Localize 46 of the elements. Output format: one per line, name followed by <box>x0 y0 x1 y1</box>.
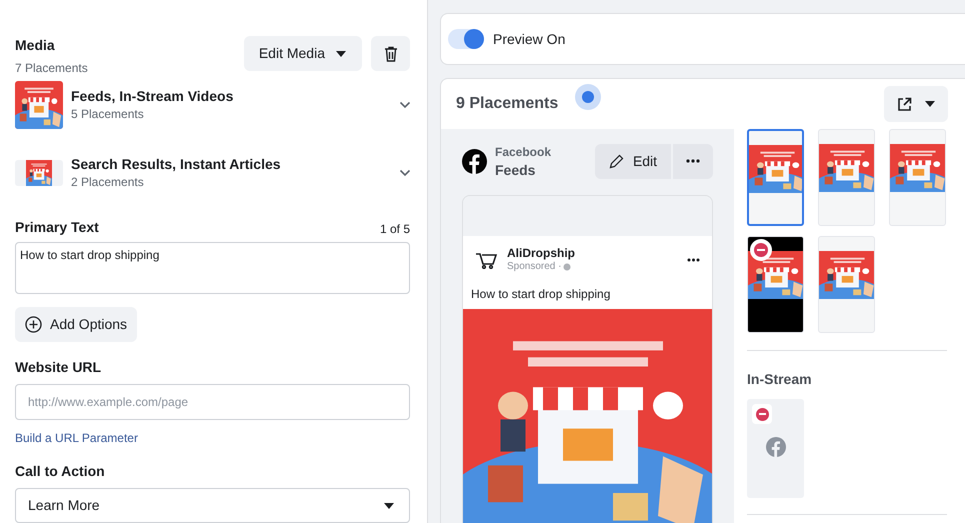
field-label: Call to Action <box>15 462 106 482</box>
sponsored-label: Sponsored · <box>507 260 562 273</box>
plus-circle-icon <box>25 316 42 334</box>
blocked-icon <box>750 239 772 261</box>
hotspot-icon <box>575 84 601 110</box>
page-name: AliDropship <box>507 247 576 260</box>
placement-count: 5 Placements <box>71 106 145 122</box>
trash-icon <box>384 46 398 62</box>
url-parameter-link[interactable]: Build a URL Parameter <box>15 429 138 448</box>
section-title: Media <box>15 36 56 54</box>
delete-button[interactable] <box>371 36 410 71</box>
text-counter: 1 of 5 <box>380 221 410 238</box>
placement-thumbnail[interactable] <box>747 129 804 226</box>
platform-name: Facebook <box>495 144 552 161</box>
caret-icon <box>335 50 347 58</box>
pencil-icon <box>608 154 624 168</box>
field-label: Primary Text <box>15 218 99 237</box>
edit-button[interactable]: Edit <box>595 144 671 178</box>
ad-text: How to start drop shipping <box>470 286 612 303</box>
preview-toggle[interactable] <box>448 29 484 49</box>
caret-icon <box>383 502 395 510</box>
blocked-icon <box>752 404 772 424</box>
call-to-action-dropdown[interactable]: Learn More <box>15 488 410 523</box>
cart-icon <box>475 251 497 269</box>
toggle-label: Preview On <box>493 30 566 48</box>
placement-count: 7 Placements <box>15 60 88 77</box>
globe-icon <box>563 262 572 270</box>
media-group-title: Search Results, Instant Articles <box>71 156 282 172</box>
primary-text-field[interactable]: How to start drop shipping <box>15 242 410 294</box>
field-label: Website URL <box>15 358 102 377</box>
chevron-icon[interactable] <box>399 169 411 177</box>
media-group-title: Feeds, In-Stream Videos <box>71 88 234 104</box>
share-menu-button[interactable] <box>884 86 948 122</box>
caret-icon <box>924 100 936 108</box>
external-link-icon <box>896 96 912 112</box>
add-options-button[interactable]: Add Options <box>15 307 138 342</box>
facebook-icon <box>766 437 786 457</box>
panel-title: 9 Placements <box>456 94 558 114</box>
placement-name: Feeds <box>495 161 536 179</box>
url-field[interactable]: http://www.example.com/page <box>15 384 410 420</box>
more-options-icon[interactable] <box>687 258 700 262</box>
chevron-icon[interactable] <box>399 101 411 109</box>
edit-media-button[interactable]: Edit Media <box>244 36 362 71</box>
placement-count: 2 Placements <box>71 174 145 190</box>
section-title: In-Stream <box>747 370 813 389</box>
facebook-icon <box>462 148 487 174</box>
